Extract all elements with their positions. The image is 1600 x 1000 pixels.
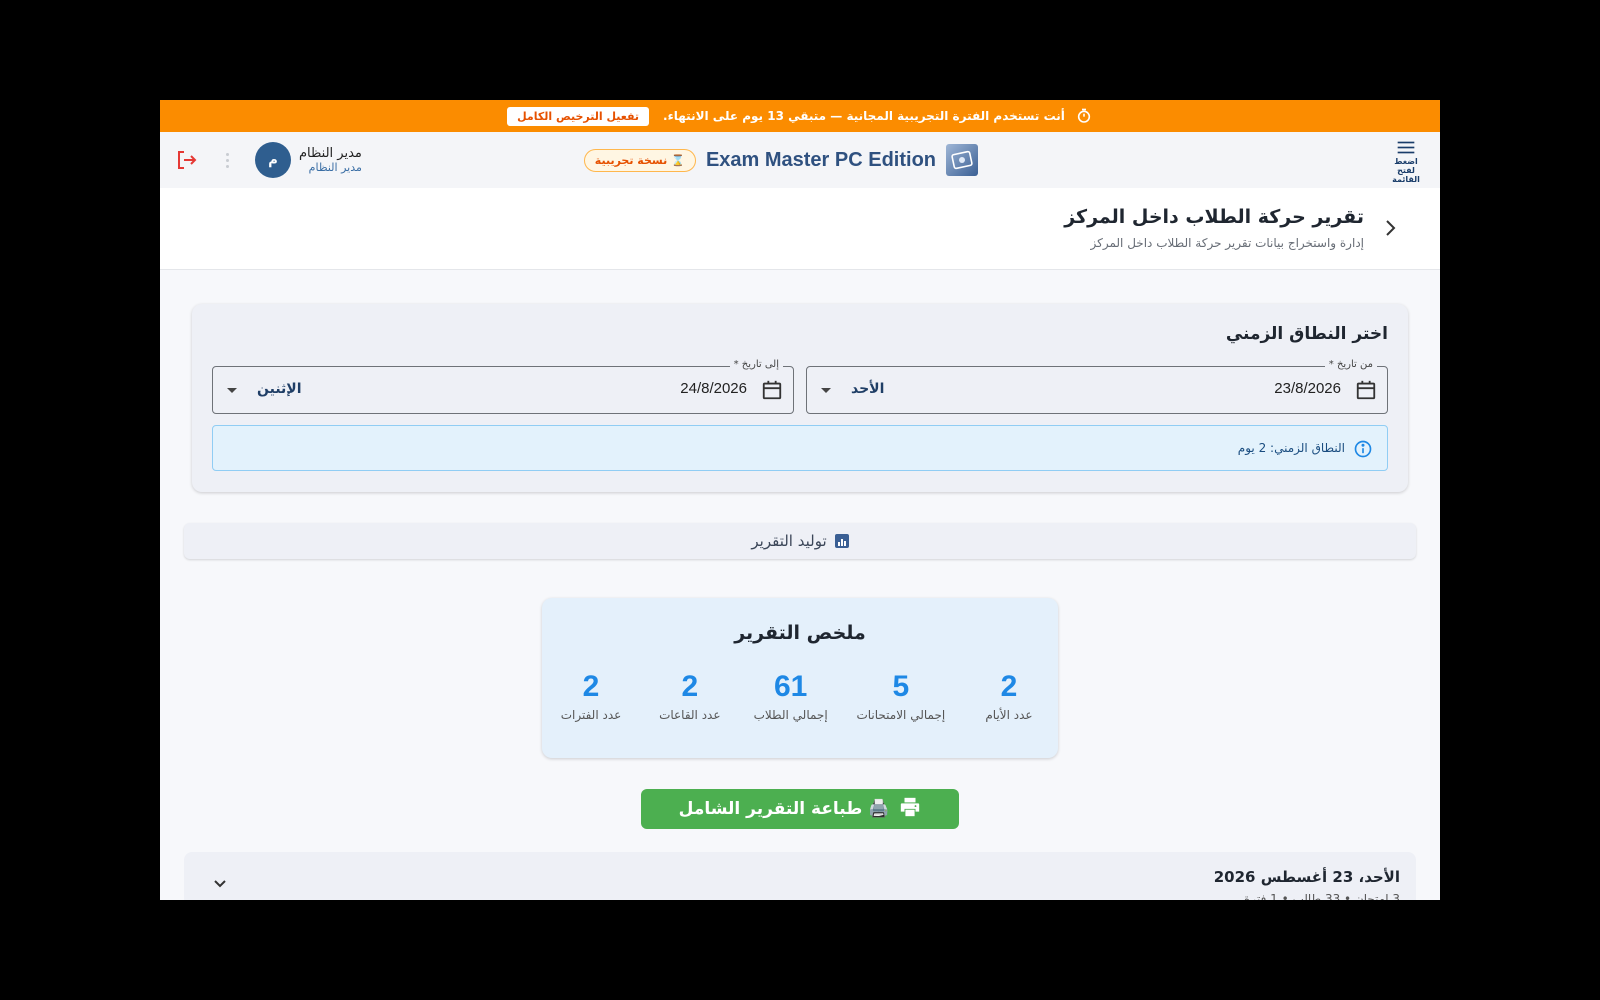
- hamburger-icon: [1397, 141, 1415, 154]
- summary-stats: 2 عدد الأيام 5 إجمالي الامتحانات 61 إجما…: [556, 670, 1044, 722]
- more-options-icon[interactable]: [220, 148, 234, 172]
- print-report-button[interactable]: 🖨️ طباعة التقرير الشامل: [641, 789, 959, 829]
- user-name: مدير النظام: [299, 146, 362, 161]
- generate-report-button[interactable]: توليد التقرير: [184, 523, 1416, 559]
- stat-value: 61: [773, 670, 808, 703]
- stat-exams: 5 إجمالي الامتحانات: [856, 670, 945, 722]
- to-date-field[interactable]: إلى تاريخ * 24/8/2026 الإثنين: [212, 359, 794, 414]
- back-chevron-icon[interactable]: [1380, 214, 1400, 242]
- from-date-label: من تاريخ *: [1324, 359, 1377, 370]
- stat-label: إجمالي الامتحانات: [856, 708, 946, 722]
- app-window: أنت تستخدم الفترة التجريبية المجانية — م…: [160, 100, 1440, 900]
- dropdown-arrow-icon[interactable]: [227, 388, 237, 393]
- logout-icon[interactable]: [174, 148, 198, 172]
- day-subtitle: 3 امتحان • 33 طالب • 1 فترة: [1244, 892, 1400, 900]
- to-date-value: 24/8/2026: [680, 380, 747, 397]
- stat-label: إجمالي الطلاب: [753, 708, 828, 722]
- user-menu[interactable]: م مدير النظام مدير النظام: [255, 142, 362, 178]
- menu-button[interactable]: اضغط لفتح القائمة: [1384, 140, 1428, 184]
- to-date-label: إلى تاريخ *: [729, 359, 783, 370]
- report-summary-card: ملخص التقرير 2 عدد الأيام 5 إجمالي الامت…: [542, 598, 1058, 758]
- trial-chip-label: نسخة تجريبية: [594, 153, 668, 167]
- from-date-value: 23/8/2026: [1274, 380, 1341, 397]
- chevron-down-icon[interactable]: [210, 874, 230, 894]
- from-date-field[interactable]: من تاريخ * 23/8/2026 الأحد: [806, 359, 1388, 414]
- page-header: تقرير حركة الطلاب داخل المركز إدارة واست…: [160, 188, 1440, 270]
- day-title: الأحد، 23 أغسطس 2026: [1213, 868, 1400, 886]
- stat-value: 2: [582, 670, 600, 703]
- stat-label: عدد القاعات: [659, 708, 721, 722]
- dropdown-arrow-icon[interactable]: [821, 388, 831, 393]
- hourglass-icon: ⌛: [671, 153, 685, 167]
- stat-value: 5: [892, 670, 910, 703]
- stat-halls: 2 عدد القاعات: [655, 670, 725, 722]
- user-info: مدير النظام مدير النظام: [299, 146, 362, 174]
- page-title: تقرير حركة الطلاب داخل المركز: [1064, 206, 1364, 228]
- bar-chart-icon: [834, 534, 849, 548]
- printer-icon: [899, 796, 921, 822]
- info-icon: [1353, 439, 1373, 459]
- app-name: Exam Master PC Edition: [705, 148, 936, 171]
- menu-caption: اضغط لفتح القائمة: [1392, 157, 1420, 184]
- stat-label: عدد الفترات: [560, 708, 622, 722]
- trial-message: أنت تستخدم الفترة التجريبية المجانية — م…: [663, 109, 1065, 123]
- print-report-label: 🖨️ طباعة التقرير الشامل: [678, 799, 890, 819]
- stat-value: 2: [681, 670, 699, 703]
- day-section[interactable]: الأحد، 23 أغسطس 2026 3 امتحان • 33 طالب …: [184, 852, 1416, 900]
- brand: Exam Master PC Edition ⌛ نسخة تجريبية: [583, 144, 978, 176]
- app-bar: اضغط لفتح القائمة Exam Master PC Edition…: [160, 132, 1440, 188]
- trial-banner: أنت تستخدم الفترة التجريبية المجانية — م…: [160, 100, 1440, 132]
- to-day-value: الإثنين: [257, 381, 302, 397]
- stat-students: 61 إجمالي الطلاب: [754, 670, 828, 722]
- stat-days: 2 عدد الأيام: [974, 670, 1044, 722]
- trial-chip: ⌛ نسخة تجريبية: [583, 148, 696, 172]
- range-info-alert: النطاق الزمني: 2 يوم: [212, 425, 1388, 471]
- date-range-card: اختر النطاق الزمني من تاريخ * 23/8/2026 …: [192, 304, 1408, 492]
- calendar-icon[interactable]: [1355, 379, 1377, 401]
- from-day-value: الأحد: [851, 381, 885, 397]
- summary-title: ملخص التقرير: [734, 622, 866, 644]
- generate-report-label: توليد التقرير: [751, 532, 827, 550]
- page-subtitle: إدارة واستخراج بيانات تقرير حركة الطلاب …: [1090, 236, 1365, 250]
- app-logo: [946, 144, 978, 176]
- timer-icon: [1075, 107, 1093, 125]
- range-info-text: النطاق الزمني: 2 يوم: [1237, 441, 1345, 455]
- activate-license-button[interactable]: تفعيل الترخيص الكامل: [507, 106, 650, 126]
- avatar: م: [255, 142, 291, 178]
- stat-periods: 2 عدد الفترات: [556, 670, 626, 722]
- stat-label: عدد الأيام: [985, 708, 1033, 722]
- stat-value: 2: [1000, 670, 1018, 703]
- date-range-title: اختر النطاق الزمني: [1225, 324, 1388, 344]
- calendar-icon[interactable]: [761, 379, 783, 401]
- user-role: مدير النظام: [308, 161, 362, 174]
